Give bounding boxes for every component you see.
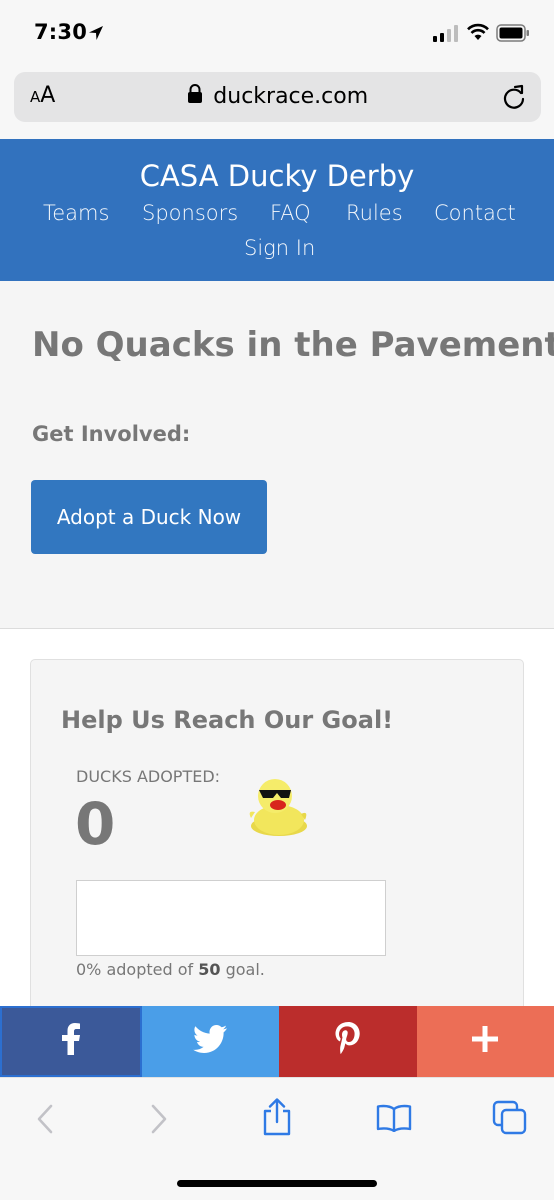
forward-icon[interactable]	[148, 1104, 170, 1139]
facebook-icon	[61, 1023, 81, 1060]
reload-icon[interactable]	[501, 84, 527, 115]
more-share-button[interactable]	[416, 1006, 554, 1077]
duck-sunglasses-icon	[241, 770, 313, 847]
url-display[interactable]: duckrace.com	[14, 84, 541, 109]
wifi-icon	[466, 23, 490, 46]
pinterest-icon	[335, 1022, 361, 1061]
nav-link-teams[interactable]: Teams	[43, 201, 109, 225]
home-indicator	[177, 1180, 377, 1187]
goal-card: Help Us Reach Our Goal! DUCKS ADOPTED: 0…	[30, 659, 524, 1059]
address-bar-area: AA duckrace.com	[0, 64, 554, 139]
ducks-adopted-count: 0	[75, 790, 116, 858]
hero-subtitle: Get Involved:	[32, 422, 191, 446]
site-header: CASA Ducky Derby Teams Sponsors FAQ Rule…	[0, 139, 554, 281]
pinterest-share-button[interactable]	[279, 1006, 417, 1077]
twitter-icon	[193, 1025, 228, 1058]
nav-link-rules[interactable]: Rules	[346, 201, 403, 225]
nav-link-contact[interactable]: Contact	[434, 201, 516, 225]
signal-icon	[433, 25, 459, 47]
nav-link-sponsors[interactable]: Sponsors	[142, 201, 238, 225]
bookmarks-icon[interactable]	[376, 1104, 412, 1137]
status-time: 7:30	[34, 20, 88, 44]
nav-link-sign-in[interactable]: Sign In	[244, 236, 315, 260]
goal-value: 50	[198, 960, 221, 979]
address-bar[interactable]: AA duckrace.com	[14, 72, 541, 122]
lock-icon	[187, 84, 203, 109]
progress-bar	[76, 880, 386, 956]
plus-icon	[472, 1026, 499, 1057]
share-bar	[0, 1006, 554, 1077]
location-arrow-icon	[88, 25, 104, 46]
goal-title: Help Us Reach Our Goal!	[61, 706, 394, 734]
ducks-adopted-label: DUCKS ADOPTED:	[76, 767, 221, 786]
adopt-duck-button[interactable]: Adopt a Duck Now	[31, 480, 267, 554]
tabs-icon[interactable]	[492, 1100, 528, 1141]
share-icon[interactable]	[261, 1098, 293, 1141]
twitter-share-button[interactable]	[141, 1006, 279, 1077]
nav-link-faq[interactable]: FAQ	[270, 201, 311, 225]
site-title[interactable]: CASA Ducky Derby	[0, 159, 554, 193]
battery-icon	[496, 24, 530, 47]
progress-text: 0% adopted of 50 goal.	[76, 960, 265, 979]
page: 7:30 AA duckrace.com CASA Ducky Derby Te…	[0, 0, 554, 1200]
hero-title: No Quacks in the Pavement	[32, 325, 554, 365]
hero-section: No Quacks in the Pavement Get Involved: …	[0, 281, 554, 629]
url-text: duckrace.com	[213, 84, 369, 109]
status-bar: 7:30	[0, 0, 554, 64]
facebook-share-button[interactable]	[0, 1006, 142, 1077]
back-icon[interactable]	[34, 1104, 56, 1139]
